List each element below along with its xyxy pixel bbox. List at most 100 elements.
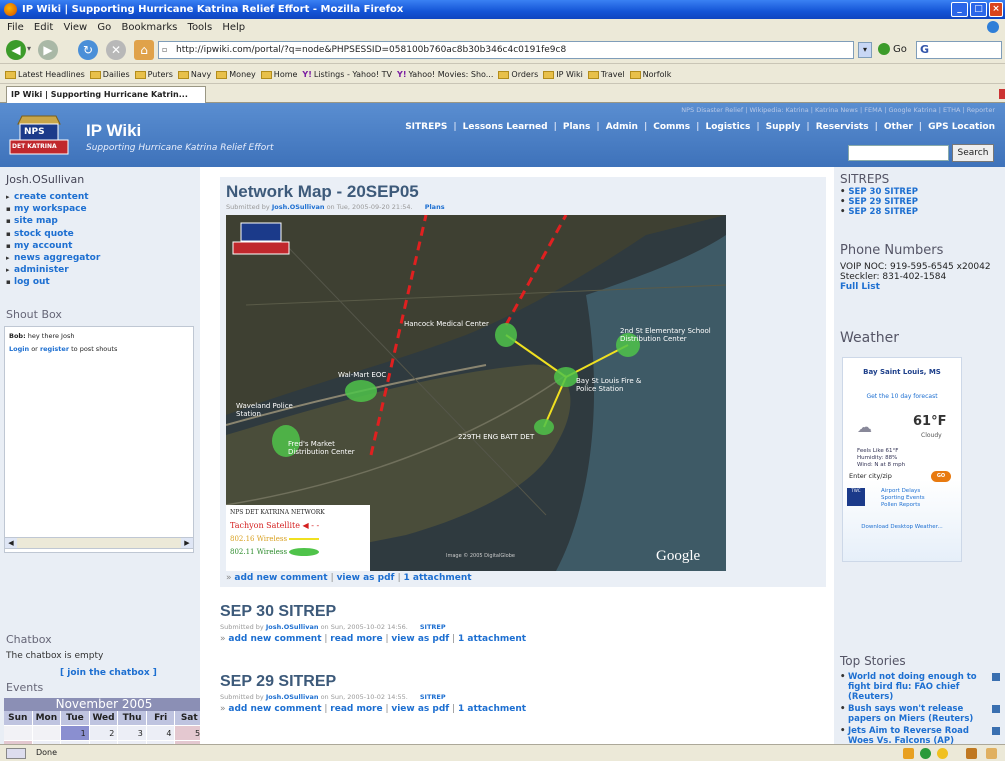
download-weather-link[interactable]: Download Desktop Weather...: [843, 524, 961, 530]
user-nav-item[interactable]: ▪ stock quote: [6, 228, 100, 240]
menu-help[interactable]: Help: [222, 19, 245, 36]
secondary-links[interactable]: NPS Disaster Relief | Wikipedia: Katrina…: [681, 106, 995, 114]
shoutbox-scrollbar[interactable]: ◀ ▶: [4, 537, 194, 549]
scroll-right-icon[interactable]: ▶: [181, 538, 193, 548]
sitrep-link[interactable]: 1 attachment: [458, 704, 526, 714]
tray-folder-icon[interactable]: [966, 748, 977, 759]
taxonomy-term-link[interactable]: SITREP: [420, 693, 446, 701]
scroll-left-icon[interactable]: ◀: [5, 538, 17, 548]
view-pdf-link[interactable]: view as pdf: [337, 573, 395, 583]
tray-rss-icon[interactable]: [903, 748, 914, 759]
shout-login-link[interactable]: Login: [9, 345, 29, 353]
menu-edit[interactable]: Edit: [34, 19, 53, 36]
primary-link[interactable]: Logistics: [705, 122, 750, 132]
primary-link[interactable]: Other: [884, 122, 913, 132]
author-link[interactable]: Josh.OSullivan: [266, 693, 319, 701]
bookmark-item[interactable]: Y! Listings - Yahoo! TV: [302, 65, 392, 83]
maximize-button[interactable]: □: [970, 2, 987, 17]
user-nav-item[interactable]: ▪ log out: [6, 276, 100, 288]
bookmark-item[interactable]: Norfolk: [629, 65, 671, 83]
author-link[interactable]: Josh.OSullivan: [272, 203, 325, 211]
primary-link[interactable]: Comms: [653, 122, 690, 132]
tray-app-icon[interactable]: [986, 748, 997, 759]
sitrep-link[interactable]: view as pdf: [391, 704, 449, 714]
sitrep-link[interactable]: add new comment: [228, 704, 321, 714]
story-source-icon[interactable]: [992, 673, 1000, 681]
sitrep-link[interactable]: • SEP 30 SITREP: [840, 187, 918, 197]
full-list-link[interactable]: Full List: [840, 282, 1000, 292]
menu-bookmarks[interactable]: Bookmarks: [121, 19, 177, 36]
sitrep-link[interactable]: • SEP 29 SITREP: [840, 197, 918, 207]
primary-link[interactable]: Supply: [766, 122, 801, 132]
menu-view[interactable]: View: [63, 19, 87, 36]
tray-smiley-icon[interactable]: [937, 748, 948, 759]
close-button[interactable]: ×: [989, 2, 1003, 17]
bookmark-item[interactable]: IP Wiki: [543, 65, 583, 83]
home-button[interactable]: ⌂: [134, 40, 154, 60]
back-button[interactable]: ◀: [6, 40, 26, 60]
user-nav-item[interactable]: ▸ create content: [6, 191, 100, 203]
user-nav-item[interactable]: ▪ my workspace: [6, 203, 100, 215]
primary-link[interactable]: Plans: [563, 122, 591, 132]
attachment-link[interactable]: 1 attachment: [403, 573, 471, 583]
primary-link[interactable]: SITREPS: [405, 122, 447, 132]
back-dropdown-icon[interactable]: ▾: [27, 44, 31, 53]
primary-link[interactable]: Admin: [606, 122, 638, 132]
url-dropdown-icon[interactable]: ▾: [858, 42, 872, 58]
weather-go-button[interactable]: GO: [931, 471, 951, 482]
story-item[interactable]: • Bush says won't release papers on Miers…: [840, 704, 1000, 724]
story-source-icon[interactable]: [992, 705, 1000, 713]
user-nav-item[interactable]: ▪ site map: [6, 215, 100, 227]
minimize-button[interactable]: _: [951, 2, 968, 17]
site-search-input[interactable]: [848, 145, 949, 161]
sitrep-link[interactable]: view as pdf: [391, 634, 449, 644]
bookmark-item[interactable]: Puters: [134, 65, 173, 83]
stop-button[interactable]: ✕: [106, 40, 126, 60]
story-source-icon[interactable]: [992, 727, 1000, 735]
bookmark-item[interactable]: Travel: [587, 65, 625, 83]
calendar-day[interactable]: 4: [146, 726, 176, 741]
promo-airport[interactable]: Airport Delays: [881, 488, 925, 495]
sitrep-title[interactable]: SEP 30 SITREP: [220, 603, 336, 621]
calendar-day[interactable]: 2: [89, 726, 119, 741]
user-nav-item[interactable]: ▸ news aggregator: [6, 252, 100, 264]
bookmark-item[interactable]: Y! Yahoo! Movies: Sho...: [397, 65, 493, 83]
primary-link[interactable]: Lessons Learned: [463, 122, 548, 132]
taxonomy-term-link[interactable]: SITREP: [420, 623, 446, 631]
search-bar[interactable]: G: [916, 41, 1002, 59]
forward-button[interactable]: ▶: [38, 40, 58, 60]
story-item[interactable]: • Jets Aim to Reverse Road Woes Vs. Falco…: [840, 726, 1000, 744]
go-button[interactable]: Go: [878, 42, 907, 58]
url-bar[interactable]: ▫ http://ipwiki.com/portal/?q=node&PHPSE…: [158, 41, 854, 59]
sitrep-link[interactable]: read more: [330, 704, 382, 714]
sitrep-link[interactable]: add new comment: [228, 634, 321, 644]
tray-status-icon[interactable]: [920, 748, 931, 759]
promo-sporting[interactable]: Sporting Events: [881, 495, 925, 502]
menu-tools[interactable]: Tools: [188, 19, 213, 36]
story-item[interactable]: • World not doing enough to fight bird fl…: [840, 672, 1000, 702]
bookmark-item[interactable]: Latest Headlines: [5, 65, 85, 83]
shout-register-link[interactable]: register: [40, 345, 69, 353]
sitrep-link[interactable]: • SEP 28 SITREP: [840, 207, 918, 217]
primary-link[interactable]: Reservists: [816, 122, 869, 132]
menu-file[interactable]: File: [7, 19, 24, 36]
promo-pollen[interactable]: Pollen Reports: [881, 502, 925, 509]
bookmark-item[interactable]: Orders: [498, 65, 538, 83]
sitrep-title[interactable]: SEP 29 SITREP: [220, 673, 336, 691]
primary-link[interactable]: GPS Location: [928, 122, 995, 132]
join-chatbox-link[interactable]: [ join the chatbox ]: [60, 668, 157, 678]
node-title[interactable]: Network Map - 20SEP05: [226, 182, 419, 202]
bookmark-item[interactable]: Dailies: [89, 65, 130, 83]
menu-go[interactable]: Go: [97, 19, 111, 36]
search-button[interactable]: Search: [952, 144, 994, 162]
user-nav-item[interactable]: ▸ administer: [6, 264, 100, 276]
bookmark-item[interactable]: Navy: [177, 65, 211, 83]
close-tab-icon[interactable]: [999, 89, 1005, 99]
sitrep-link[interactable]: 1 attachment: [458, 634, 526, 644]
calendar-day[interactable]: 1: [61, 726, 90, 741]
bookmark-item[interactable]: Money: [216, 65, 256, 83]
taxonomy-term-link[interactable]: Plans: [425, 203, 445, 211]
bookmark-item[interactable]: Home: [260, 65, 297, 83]
calendar-day[interactable]: 3: [118, 726, 147, 741]
sitrep-link[interactable]: read more: [330, 634, 382, 644]
